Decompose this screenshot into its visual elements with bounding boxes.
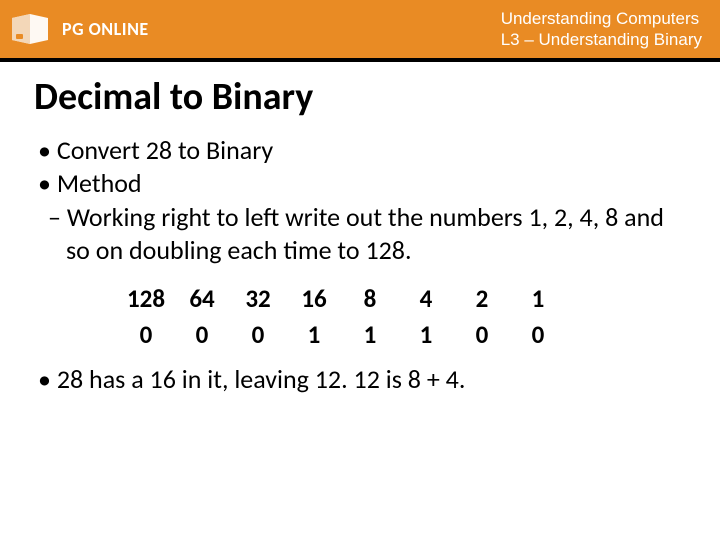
bit-32: 0: [230, 317, 286, 353]
bit-1: 0: [510, 317, 566, 353]
place-value-row: 128 64 32 16 8 4 2 1: [118, 281, 566, 317]
header-titles: Understanding Computers L3 – Understandi…: [501, 8, 702, 51]
brand-text: PG ONLINE: [62, 18, 149, 40]
bit-16: 1: [286, 317, 342, 353]
pv-1: 1: [510, 281, 566, 317]
bit-row: 0 0 0 1 1 1 0 0: [118, 317, 566, 353]
slide-content: Decimal to Binary Convert 28 to Binary M…: [0, 62, 720, 396]
header-bar: PG ONLINE Understanding Computers L3 – U…: [0, 0, 720, 58]
sub-bullet-working: Working right to left write out the numb…: [48, 201, 692, 268]
bullet-list: Convert 28 to Binary Method Working righ…: [28, 134, 692, 396]
pv-8: 8: [342, 281, 398, 317]
bullet-method: Method Working right to left write out t…: [38, 167, 692, 267]
bit-8: 1: [342, 317, 398, 353]
pv-4: 4: [398, 281, 454, 317]
bit-4: 1: [398, 317, 454, 353]
lesson-title: L3 – Understanding Binary: [501, 29, 702, 50]
sub-bullet-explain: 28 has a 16 in it, leaving 12. 12 is 8 +…: [38, 363, 692, 396]
bullet-convert: Convert 28 to Binary: [38, 134, 692, 167]
brand-online: ONLINE: [84, 18, 149, 40]
binary-table: 128 64 32 16 8 4 2 1 0 0 0 1 1 1 0: [118, 281, 692, 353]
course-title: Understanding Computers: [501, 8, 702, 29]
brand-pg: PG: [62, 18, 84, 40]
pv-2: 2: [454, 281, 510, 317]
bit-128: 0: [118, 317, 174, 353]
bit-2: 0: [454, 317, 510, 353]
book-icon: [10, 12, 52, 46]
pv-64: 64: [174, 281, 230, 317]
bit-64: 0: [174, 317, 230, 353]
slide-title: Decimal to Binary: [34, 74, 692, 120]
pv-32: 32: [230, 281, 286, 317]
pv-16: 16: [286, 281, 342, 317]
pv-128: 128: [118, 281, 174, 317]
brand-block: PG ONLINE: [0, 12, 149, 46]
